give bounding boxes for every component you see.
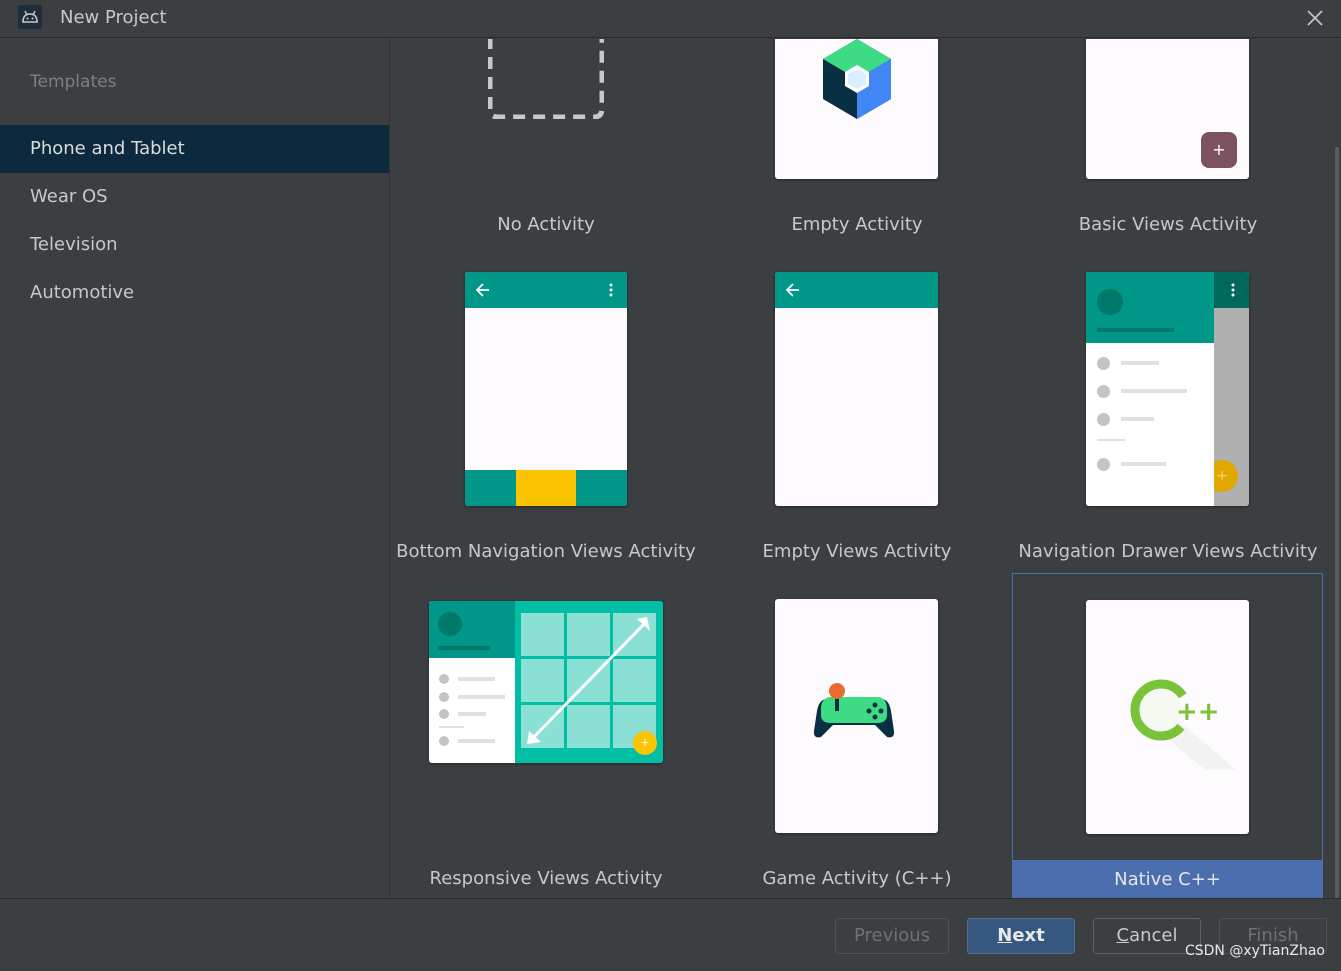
header-line (438, 646, 490, 650)
avatar-icon (1097, 289, 1123, 315)
previous-button[interactable]: Previous (835, 918, 949, 954)
fab-plus-icon: + (633, 731, 657, 755)
responsive-views-preview: + (429, 601, 663, 763)
avatar-icon (438, 612, 462, 636)
template-label: Basic Views Activity (1078, 214, 1258, 235)
list-line (1121, 462, 1166, 466)
template-bottom-navigation-views-activity[interactable]: Bottom Navigation Views Activity (391, 267, 701, 593)
list-line (458, 712, 486, 716)
navigation-drawer-preview: + (1086, 272, 1249, 506)
divider (439, 726, 464, 728)
jetpack-compose-icon (823, 39, 891, 119)
sidebar-item-television[interactable]: Television (0, 221, 389, 269)
template-label: Game Activity (C++) (762, 868, 952, 889)
cancel-mnemonic: C (1116, 925, 1130, 946)
list-bullet (439, 736, 449, 746)
template-navigation-drawer-views-activity[interactable]: + Navigation Drawer Views Activity (1013, 267, 1323, 593)
gamepad-icon (813, 683, 895, 738)
bottom-nav-selected-item (516, 470, 576, 506)
template-label: Navigation Drawer Views Activity (1018, 541, 1318, 562)
templates-sidebar: Templates Phone and Tablet Wear OS Telev… (0, 39, 390, 898)
list-line (1121, 361, 1159, 365)
template-label: Empty Views Activity (762, 541, 952, 562)
divider (1097, 439, 1125, 441)
dialog-footer: Previous Next Cancel Finish CSDN @xyTian… (0, 898, 1341, 971)
list-bullet (1097, 357, 1110, 370)
sidebar-heading: Templates (30, 72, 117, 92)
template-empty-views-activity[interactable]: Empty Views Activity (702, 267, 1012, 593)
next-button[interactable]: Next (967, 918, 1075, 954)
native-cpp-preview: ++ (1086, 600, 1249, 834)
template-native-cpp[interactable]: ++ Native C++ (1012, 573, 1323, 898)
drawer-header (1086, 272, 1214, 343)
template-label: Empty Activity (791, 214, 923, 235)
sidebar-item-automotive[interactable]: Automotive (0, 269, 389, 317)
sidebar-item-phone-and-tablet[interactable]: Phone and Tablet (0, 125, 389, 173)
game-activity-preview (775, 599, 938, 833)
template-label: Responsive Views Activity (429, 868, 663, 889)
list-bullet (1097, 413, 1110, 426)
list-pane (429, 601, 515, 763)
fab-plus-icon: + (1201, 132, 1237, 168)
list-bullet (439, 692, 449, 702)
list-bullet (1097, 458, 1110, 471)
svg-text:++: ++ (1176, 697, 1220, 727)
bottom-navigation-preview (465, 272, 627, 506)
sidebar-item-wear-os[interactable]: Wear OS (0, 173, 389, 221)
list-bullet (1097, 385, 1110, 398)
overflow-menu-icon (1231, 283, 1235, 297)
basic-views-preview: + (1086, 39, 1249, 179)
list-line (1121, 417, 1154, 421)
list-line (458, 739, 495, 743)
no-activity-preview (487, 39, 605, 120)
list-bullet (439, 674, 449, 684)
next-label-rest: ext (1012, 925, 1045, 946)
drawer (1086, 272, 1214, 506)
gallery-scrollbar[interactable] (1335, 147, 1339, 898)
list-line (1121, 389, 1187, 393)
list-line (458, 695, 505, 699)
header-line (1097, 328, 1174, 332)
template-label: Native C++ (1114, 869, 1221, 890)
android-studio-icon (18, 5, 42, 29)
empty-activity-preview (775, 39, 938, 179)
template-gallery: No Activity Empty Activity + Basic Views… (391, 39, 1341, 898)
back-arrow-icon (475, 283, 489, 297)
template-basic-views-activity[interactable]: + Basic Views Activity (1013, 39, 1323, 265)
list-line (458, 677, 495, 681)
template-label: Bottom Navigation Views Activity (396, 541, 696, 562)
overflow-menu-icon (609, 283, 613, 297)
title-bar: New Project (0, 0, 1341, 38)
empty-views-preview (775, 272, 938, 506)
template-empty-activity[interactable]: Empty Activity (702, 39, 1012, 265)
template-responsive-views-activity[interactable]: + Responsive Views Activity (391, 573, 701, 898)
close-icon[interactable] (1303, 6, 1327, 30)
back-arrow-icon (785, 283, 799, 297)
new-project-dialog: New Project Templates Phone and Tablet W… (0, 0, 1341, 971)
list-bullet (439, 709, 449, 719)
template-no-activity[interactable]: No Activity (391, 39, 701, 265)
template-game-activity-cpp[interactable]: Game Activity (C++) (702, 573, 1012, 898)
next-mnemonic: N (997, 925, 1013, 946)
window-title: New Project (60, 7, 167, 28)
cpp-logo-icon: ++ (1130, 679, 1236, 770)
cancel-label-rest: ancel (1129, 925, 1178, 946)
watermark-text: CSDN @xyTianZhao (1184, 943, 1325, 959)
list-header (429, 601, 515, 658)
template-label: No Activity (497, 214, 595, 235)
resize-grid-icon (521, 613, 656, 748)
